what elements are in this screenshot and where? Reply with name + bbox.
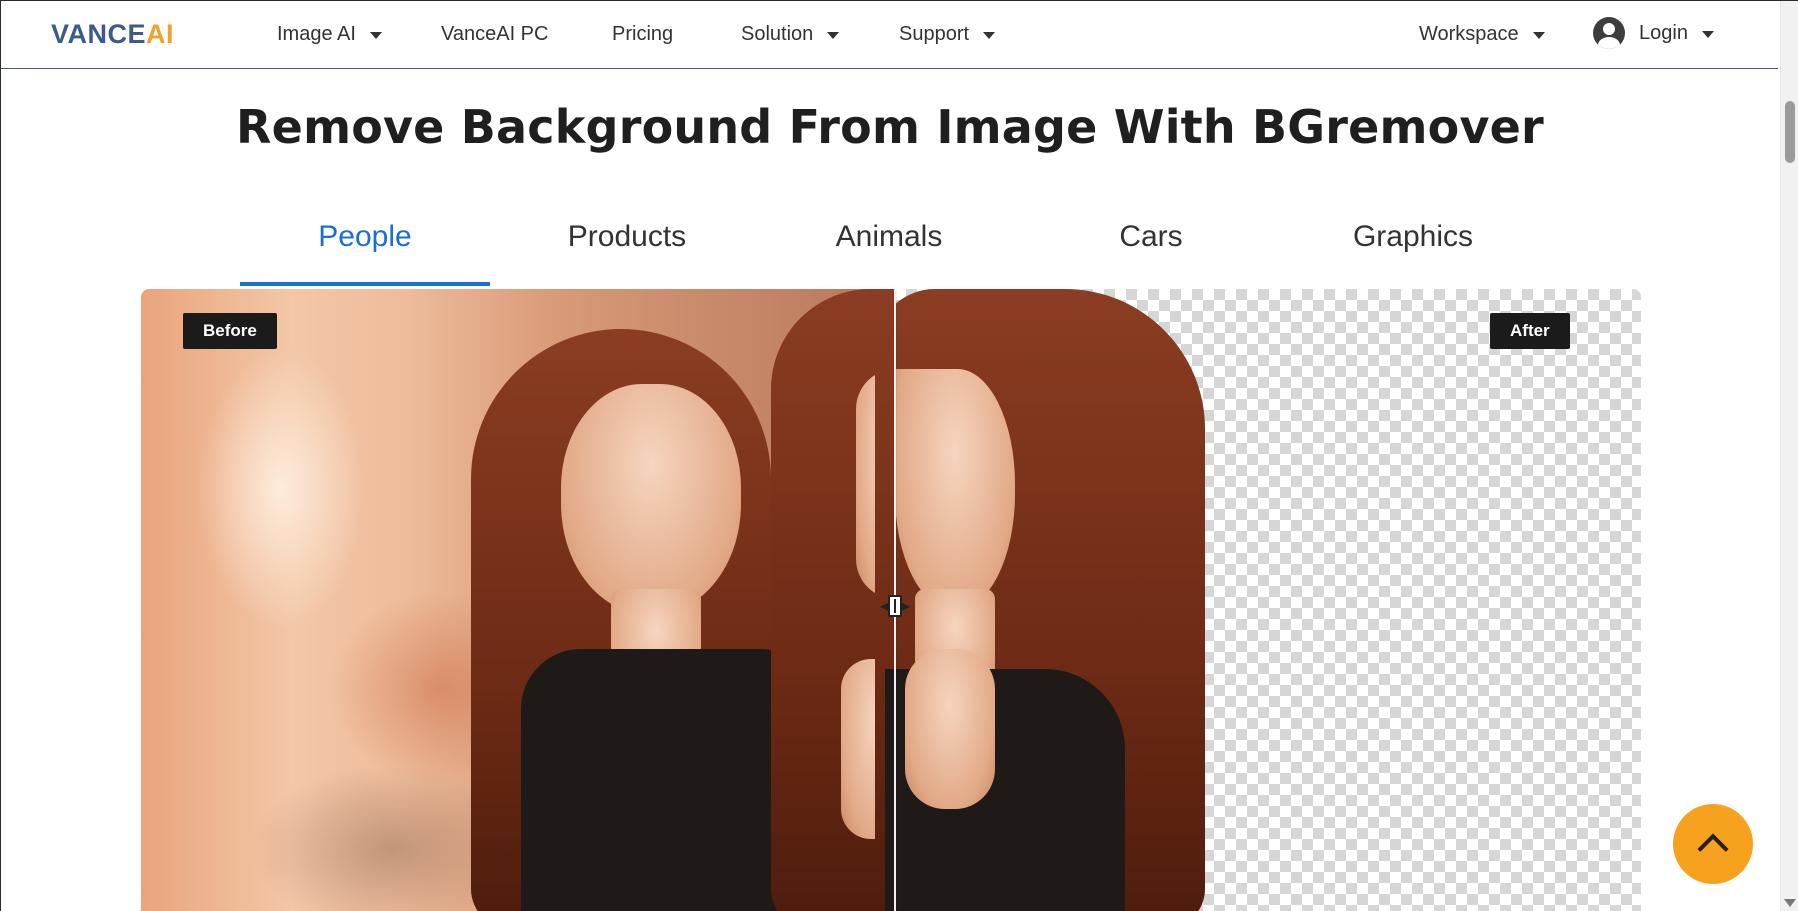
after-image <box>875 289 1641 911</box>
nav-label: Pricing <box>612 23 674 45</box>
nav-image-ai[interactable]: Image AI <box>277 23 382 46</box>
tab-animals[interactable]: Animals <box>764 220 1014 254</box>
tab-products[interactable]: Products <box>502 220 752 254</box>
nav-label: Solution <box>741 23 814 45</box>
nav-pricing[interactable]: Pricing <box>612 23 673 46</box>
vanceai-logo[interactable]: VANCEAI <box>51 19 174 50</box>
before-label: Before <box>183 313 277 349</box>
site-header: VANCEAI Image AI VanceAI PC Pricing Solu… <box>1 1 1778 69</box>
arrow-right-icon: ▸ <box>902 596 911 615</box>
category-tabs: People Products Animals Cars Graphics <box>240 210 1550 290</box>
page-scrollbar[interactable] <box>1780 1 1798 911</box>
scrollbar-thumb[interactable] <box>1785 101 1795 163</box>
caret-down-icon <box>983 32 996 39</box>
caret-down-icon <box>827 32 840 39</box>
tab-cars[interactable]: Cars <box>1026 220 1276 254</box>
nav-label: Support <box>899 23 970 45</box>
logo-text: VANCE <box>51 19 147 49</box>
tab-graphics[interactable]: Graphics <box>1288 220 1538 254</box>
nav-label: Login <box>1639 21 1688 44</box>
caret-down-icon <box>369 32 382 39</box>
page-title: Remove Background From Image With BGremo… <box>236 100 1544 154</box>
handle-grip <box>888 595 902 617</box>
nav-support[interactable]: Support <box>899 23 996 46</box>
scroll-down-arrow-icon[interactable] <box>1784 899 1796 907</box>
nav-vanceai-pc[interactable]: VanceAI PC <box>441 23 548 46</box>
before-image <box>141 289 951 911</box>
caret-down-icon <box>1701 30 1714 38</box>
nav-login[interactable]: Login <box>1593 17 1714 49</box>
arrow-left-icon: ◂ <box>879 596 888 615</box>
chevron-up-icon <box>1697 833 1729 865</box>
caret-down-icon <box>1532 32 1545 39</box>
nav-solution[interactable]: Solution <box>741 23 840 46</box>
logo-accent-text: AI <box>146 19 175 49</box>
after-label: After <box>1490 313 1570 349</box>
active-tab-indicator <box>240 282 490 286</box>
nav-workspace[interactable]: Workspace <box>1419 23 1545 46</box>
nav-label: Workspace <box>1419 23 1519 45</box>
nav-label: VanceAI PC <box>441 23 549 45</box>
nav-label: Image AI <box>277 23 356 45</box>
user-circle-icon <box>1593 17 1625 49</box>
drag-handle-icon[interactable]: ◂ ▸ <box>872 594 918 618</box>
tab-people[interactable]: People <box>240 220 490 254</box>
back-to-top-button[interactable] <box>1673 804 1753 884</box>
